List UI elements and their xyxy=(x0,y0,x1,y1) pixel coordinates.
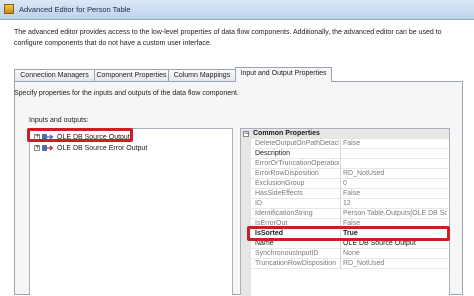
prop-row-error-or-truncation-operation[interactable]: ErrorOrTruncationOperation xyxy=(251,159,449,169)
prop-row-exclusion-group[interactable]: ExclusionGroup 0 xyxy=(251,179,449,189)
editor-description: The advanced editor provides access to t… xyxy=(14,29,442,47)
tab-input-output-properties[interactable]: Input and Output Properties xyxy=(235,67,332,82)
prop-name: Description xyxy=(255,150,291,157)
prop-name: HasSideEffects xyxy=(255,190,303,197)
grid-divider xyxy=(340,199,341,209)
collapse-icon[interactable]: − xyxy=(243,131,249,137)
prop-name: ExclusionGroup xyxy=(255,180,305,187)
prop-row-description[interactable]: Description xyxy=(251,149,449,159)
prop-value: RD_NotUsed xyxy=(343,170,385,177)
prop-row-is-error-out[interactable]: IsErrorOut False xyxy=(251,219,449,229)
prop-value-dropdown[interactable]: True xyxy=(343,229,447,239)
prop-row-name[interactable]: Name OLE DB Source Output xyxy=(251,239,449,249)
grid-gutter xyxy=(241,139,251,296)
expand-icon[interactable]: + xyxy=(34,145,40,151)
prop-value: RD_NotUsed xyxy=(343,260,385,267)
prop-value: False xyxy=(343,140,361,147)
prop-name: IsSorted xyxy=(255,230,284,237)
properties-grid[interactable]: − Common Properties DeleteOutputOnPathDe… xyxy=(240,128,450,296)
prop-value: False xyxy=(343,220,361,227)
tab-connection-managers[interactable]: Connection Managers xyxy=(14,69,95,81)
grid-divider xyxy=(340,149,341,159)
app-icon xyxy=(4,4,14,14)
tree-item-label: OLE DB Source Error Output xyxy=(57,144,148,152)
prop-name: IsErrorOut xyxy=(255,220,288,227)
grid-divider xyxy=(340,169,341,179)
error-output-node-icon xyxy=(42,144,54,152)
prop-value: Person Table.Outputs[OLE DB Source xyxy=(343,210,447,217)
prop-value: None xyxy=(343,250,360,257)
output-node-icon xyxy=(42,133,54,141)
prop-row-error-row-disposition[interactable]: ErrorRowDisposition RD_NotUsed xyxy=(251,169,449,179)
prop-row-has-side-effects[interactable]: HasSideEffects False xyxy=(251,189,449,199)
prop-value: 0 xyxy=(343,180,347,187)
tree-item-error-output[interactable]: + OLE DB Source Error Output xyxy=(34,143,147,153)
category-label: Common Properties xyxy=(253,130,320,137)
prop-name: ErrorOrTruncationOperation xyxy=(255,160,339,167)
prop-row-delete-output-on-path-detach[interactable]: DeleteOutputOnPathDetach False xyxy=(251,139,449,149)
inputs-outputs-tree[interactable]: + OLE DB Source Output + OLE DB Source E… xyxy=(29,128,233,295)
grid-divider xyxy=(340,139,341,149)
prop-name: ErrorRowDisposition xyxy=(255,170,319,177)
prop-name: DeleteOutputOnPathDetach xyxy=(255,140,339,147)
grid-divider xyxy=(340,159,341,169)
grid-divider xyxy=(340,259,341,269)
prop-value: False xyxy=(343,190,361,197)
prop-name: IdentificationString xyxy=(255,210,313,217)
prop-name: SynchronousInputID xyxy=(255,250,319,257)
grid-divider xyxy=(340,189,341,199)
expand-icon[interactable]: + xyxy=(34,134,40,140)
grid-divider xyxy=(340,179,341,189)
title-bar: Advanced Editor for Person Table xyxy=(0,0,474,20)
prop-row-truncation-row-disposition[interactable]: TruncationRowDisposition RD_NotUsed xyxy=(251,259,449,269)
prop-value-input[interactable]: OLE DB Source Output xyxy=(343,239,447,249)
tab-component-properties[interactable]: Component Properties xyxy=(94,69,169,81)
prop-row-is-sorted[interactable]: IsSorted True xyxy=(251,229,449,239)
grid-divider xyxy=(340,239,341,249)
prop-row-id[interactable]: ID 12 xyxy=(251,199,449,209)
grid-divider xyxy=(340,229,341,239)
grid-divider xyxy=(340,209,341,219)
prop-name: ID xyxy=(255,200,262,207)
tree-item-source-output[interactable]: + OLE DB Source Output xyxy=(34,132,130,142)
window-title: Advanced Editor for Person Table xyxy=(19,5,131,14)
tab-column-mappings[interactable]: Column Mappings xyxy=(168,69,236,81)
panel-description: Specify properties for the inputs and ou… xyxy=(14,90,239,97)
inputs-outputs-label: Inputs and outputs: xyxy=(29,117,89,124)
prop-name: TruncationRowDisposition xyxy=(255,260,337,267)
prop-row-synchronous-input-id[interactable]: SynchronousInputID None xyxy=(251,249,449,259)
prop-row-identification-string[interactable]: IdentificationString Person Table.Output… xyxy=(251,209,449,219)
grid-divider xyxy=(340,249,341,259)
prop-value: 12 xyxy=(343,200,351,207)
prop-name: Name xyxy=(255,240,274,247)
tree-item-label: OLE DB Source Output xyxy=(57,133,130,141)
category-common-properties[interactable]: − Common Properties xyxy=(241,129,449,139)
grid-divider xyxy=(340,219,341,229)
